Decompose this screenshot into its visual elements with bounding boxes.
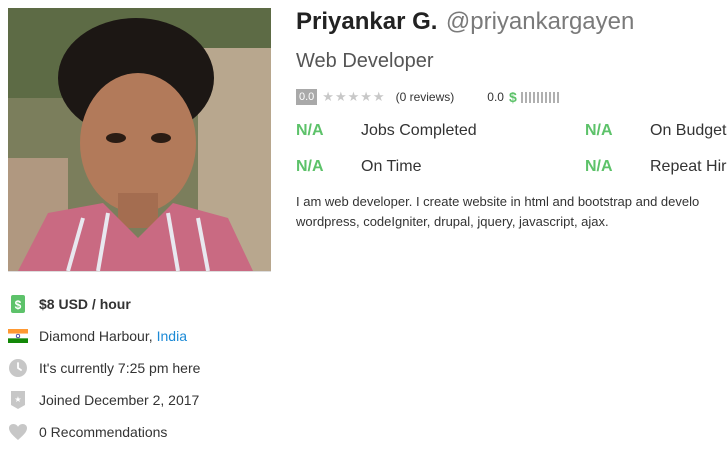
country-link[interactable]: India [157,328,187,344]
profile-bio: I am web developer. I create website in … [296,192,727,232]
stat-jobs-completed-label: Jobs Completed [361,122,477,139]
joined-date: Joined December 2, 2017 [39,392,200,408]
profile-avatar [8,8,271,272]
location-row: Diamond Harbour, India [8,320,200,352]
recommendations-row: 0 Recommendations [8,416,200,448]
location-city: Diamond Harbour, [39,328,153,344]
profile-username: @priyankargayen [445,8,635,35]
clock-icon [8,358,28,378]
svg-text:★: ★ [14,395,21,404]
local-time: It's currently 7:25 pm here [39,360,201,376]
stat-value: N/A [296,158,324,175]
joined-row: ★ Joined December 2, 2017 [8,384,200,416]
recommendations-count: 0 Recommendations [39,424,168,440]
star-rating-icon: ★★★★★ [322,89,386,104]
profile-header: Priyankar G. @priyankargayen [296,8,634,36]
stat-on-time-label: On Time [361,158,422,175]
profile-info-list: $ $8 USD / hour Diamond Harbour, India I… [8,288,200,448]
stat-on-budget-label: On Budget [650,122,727,139]
earnings-score: 0.0 [487,90,504,104]
dollar-icon: $ [508,89,517,105]
money-tag-icon: $ [8,294,28,314]
india-flag-icon [8,326,28,346]
stat-repeat-hire: N/A [585,158,613,176]
bio-line: wordpress, codeIgniter, drupal, jquery, … [296,214,609,229]
stat-repeat-hire-label: Repeat Hire [650,158,727,175]
bio-line: I am web developer. I create website in … [296,194,700,209]
hourly-rate-row: $ $8 USD / hour [8,288,200,320]
stat-value: N/A [585,122,613,139]
reviews-count: (0 reviews) [395,90,455,104]
profile-name: Priyankar G. [296,8,438,35]
local-time-row: It's currently 7:25 pm here [8,352,200,384]
rating-row: 0.0 ★★★★★ (0 reviews) 0.0 $ [296,89,559,105]
earnings-bars-icon [520,91,559,103]
stat-jobs-completed: N/A [296,122,324,140]
hourly-rate: $8 USD / hour [39,296,131,312]
svg-text:$: $ [15,298,22,312]
heart-icon [8,422,28,442]
stat-value: N/A [296,122,324,139]
stat-on-budget: N/A [585,122,613,140]
profile-tagline: Web Developer [296,50,434,72]
stat-value: N/A [585,158,613,175]
rating-score: 0.0 [296,89,318,105]
badge-icon: ★ [8,390,28,410]
stat-on-time: N/A [296,158,324,176]
